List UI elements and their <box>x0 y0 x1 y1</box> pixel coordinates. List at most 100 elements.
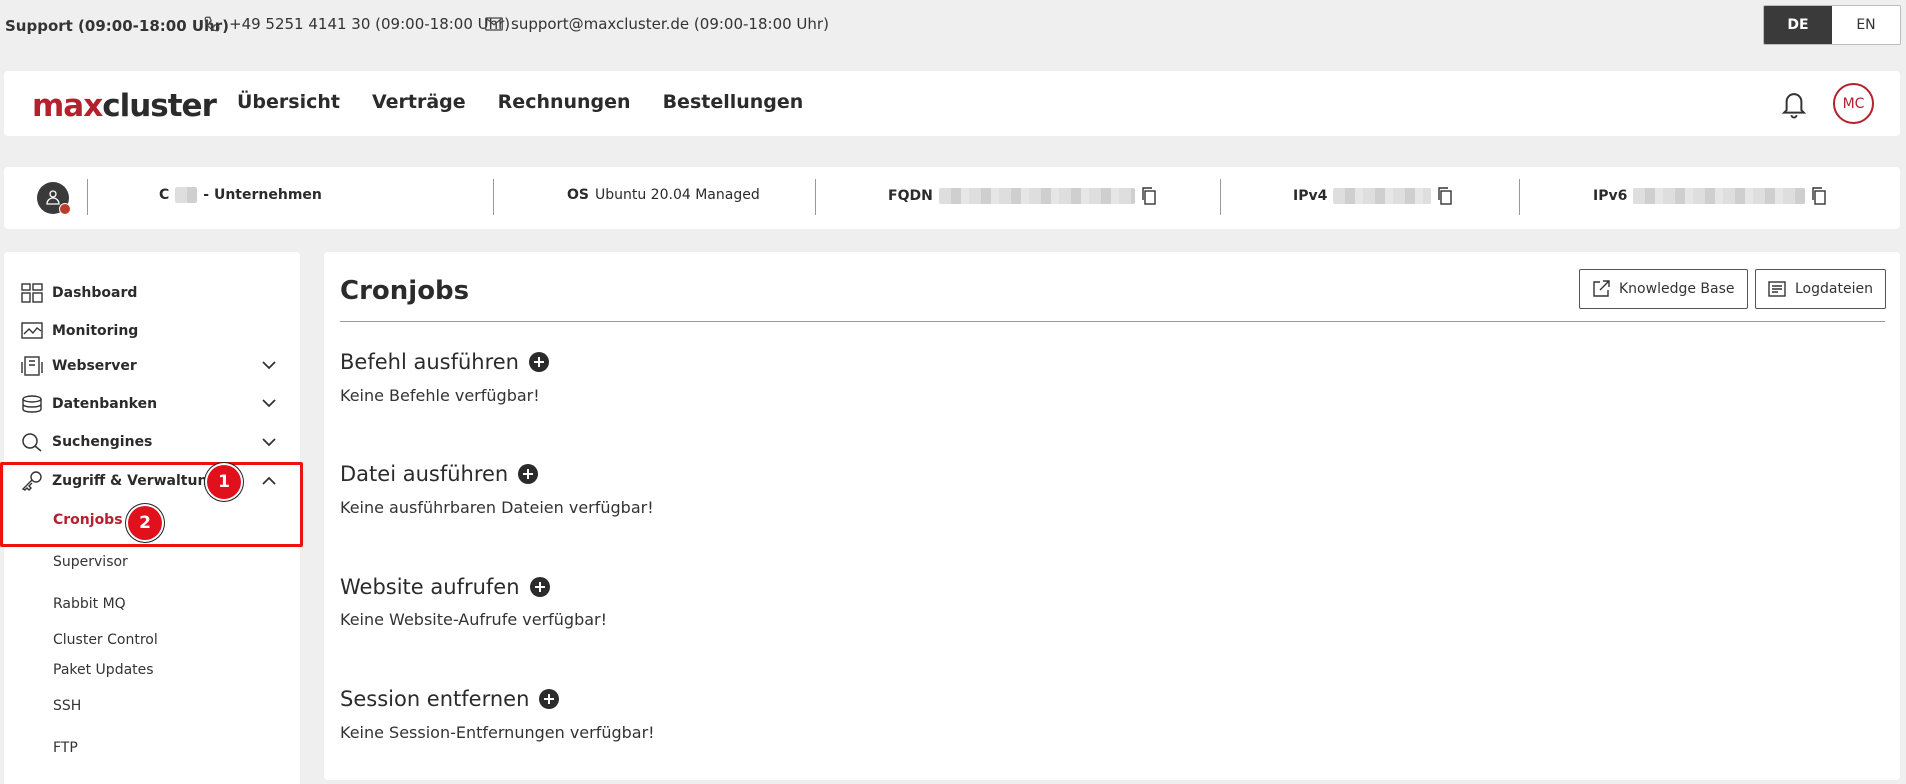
chevron-down-icon[interactable] <box>262 361 276 370</box>
logdateien-button[interactable]: Logdateien <box>1755 269 1886 309</box>
empty-state-text: Keine Website-Aufrufe verfügbar! <box>340 610 608 629</box>
ipv6-value-redacted <box>1633 188 1806 204</box>
os-label: OS <box>567 187 589 203</box>
customer-avatar[interactable] <box>37 182 71 215</box>
search-icon <box>22 433 42 452</box>
add-session-button[interactable] <box>539 689 560 709</box>
maxcluster-logo[interactable]: maxcluster <box>32 88 217 124</box>
knowledge-base-button[interactable]: Knowledge Base <box>1579 269 1748 309</box>
section-title: Befehl ausführen <box>340 350 519 374</box>
main-content: Cronjobs Knowledge Base Logdateien Befeh… <box>324 252 1900 780</box>
customer-info: C - Unternehmen <box>159 187 322 203</box>
support-email-text: support@maxcluster.de (09:00-18:00 Uhr) <box>511 15 829 33</box>
lang-de-button[interactable]: DE <box>1764 6 1832 44</box>
sidebar-item-webserver[interactable]: Webserver <box>21 356 137 376</box>
sidebar-subitem-ftp[interactable]: FTP <box>53 740 78 756</box>
divider <box>493 179 494 215</box>
annotation-marker-1: 1 <box>207 465 241 499</box>
database-icon <box>22 395 42 413</box>
customer-id-redacted <box>175 187 198 203</box>
language-switch: DE EN <box>1763 5 1901 45</box>
chevron-down-icon[interactable] <box>262 438 276 447</box>
support-hours-label: Support (09:00-18:00 Uhr) <box>5 17 229 35</box>
section-title: Datei ausführen <box>340 462 509 486</box>
add-website-button[interactable] <box>529 577 550 597</box>
nav-rechnungen[interactable]: Rechnungen <box>498 91 631 113</box>
empty-state-text: Keine ausführbaren Dateien verfügbar! <box>340 498 654 517</box>
lang-en-button[interactable]: EN <box>1832 6 1900 44</box>
sidebar-item-suchengines[interactable]: Suchengines <box>21 432 152 452</box>
bell-icon[interactable] <box>1779 88 1809 120</box>
ipv4-label: IPv4 <box>1293 188 1328 204</box>
ipv6-info: IPv6 <box>1593 187 1827 205</box>
divider <box>1519 179 1520 215</box>
dashboard-icon <box>21 283 43 303</box>
section-title: Website aufrufen <box>340 575 520 599</box>
ipv6-label: IPv6 <box>1593 188 1628 204</box>
section-session-entfernen: Session entfernen <box>340 687 560 711</box>
support-email[interactable]: support@maxcluster.de (09:00-18:00 Uhr) <box>485 15 829 33</box>
knowledge-base-label: Knowledge Base <box>1619 281 1735 297</box>
sidebar-subitem-supervisor[interactable]: Supervisor <box>53 554 128 570</box>
customer-name: - Unternehmen <box>203 187 322 203</box>
os-info: OS Ubuntu 20.04 Managed <box>567 187 760 203</box>
phone-icon <box>204 16 220 32</box>
title-divider <box>340 321 1885 322</box>
add-datei-button[interactable] <box>518 464 539 484</box>
user-icon <box>46 190 60 205</box>
page-title: Cronjobs <box>340 276 470 306</box>
section-website-aufrufen: Website aufrufen <box>340 575 550 599</box>
sidebar-item-label: Suchengines <box>52 434 153 450</box>
fqdn-label: FQDN <box>888 188 933 204</box>
chevron-down-icon[interactable] <box>262 399 276 408</box>
support-phone-text: +49 5251 4141 30 (09:00-18:00 Uhr) <box>229 15 511 33</box>
nav-uebersicht[interactable]: Übersicht <box>237 91 340 113</box>
section-befehl-ausfuehren: Befehl ausführen <box>340 350 549 374</box>
os-value: Ubuntu 20.04 Managed <box>594 187 760 203</box>
sidebar-item-datenbanken[interactable]: Datenbanken <box>21 394 157 414</box>
nav-vertraege[interactable]: Verträge <box>372 91 466 113</box>
fqdn-value-redacted <box>938 188 1135 204</box>
sidebar-subitem-ssh[interactable]: SSH <box>53 698 81 714</box>
logo-cluster: cluster <box>102 88 217 124</box>
sidebar-item-label: Monitoring <box>52 323 139 339</box>
sidebar-subitem-paket-updates[interactable]: Paket Updates <box>53 662 154 678</box>
monitoring-icon <box>21 322 43 339</box>
copy-icon[interactable] <box>1141 187 1157 205</box>
divider <box>815 179 816 215</box>
add-befehl-button[interactable] <box>529 352 549 372</box>
empty-state-text: Keine Session-Entfernungen verfügbar! <box>340 723 655 742</box>
section-datei-ausfuehren: Datei ausführen <box>340 462 539 486</box>
webserver-icon <box>21 356 43 376</box>
sidebar-item-label: Datenbanken <box>52 396 158 412</box>
sidebar-subitem-cluster-control[interactable]: Cluster Control <box>53 632 158 648</box>
user-avatar[interactable]: MC <box>1833 83 1874 124</box>
ipv4-value-redacted <box>1333 188 1432 204</box>
main-header: maxcluster Übersicht Verträge Rechnungen… <box>4 71 1900 136</box>
support-bar: Support (09:00-18:00 Uhr) +49 5251 4141 … <box>0 0 1906 50</box>
copy-icon[interactable] <box>1811 187 1827 205</box>
main-nav: Übersicht Verträge Rechnungen Bestellung… <box>237 91 803 113</box>
divider <box>87 179 88 215</box>
fqdn-info: FQDN <box>888 187 1157 205</box>
sidebar-item-dashboard[interactable]: Dashboard <box>21 283 137 303</box>
external-link-icon <box>1593 280 1610 297</box>
logo-max: max <box>32 88 103 124</box>
ipv4-info: IPv4 <box>1293 187 1453 205</box>
support-phone[interactable]: +49 5251 4141 30 (09:00-18:00 Uhr) <box>203 15 510 33</box>
annotation-marker-2: 2 <box>128 506 162 540</box>
customer-prefix: C <box>159 187 170 203</box>
server-info-bar: C - Unternehmen OS Ubuntu 20.04 Managed … <box>4 167 1900 229</box>
nav-bestellungen[interactable]: Bestellungen <box>663 91 804 113</box>
section-title: Session entfernen <box>340 687 530 711</box>
mail-icon <box>485 17 503 31</box>
sidebar-item-monitoring[interactable]: Monitoring <box>21 321 138 341</box>
sidebar-subitem-rabbit-mq[interactable]: Rabbit MQ <box>53 596 126 612</box>
logdateien-label: Logdateien <box>1795 281 1873 297</box>
empty-state-text: Keine Befehle verfügbar! <box>340 386 540 405</box>
copy-icon[interactable] <box>1437 187 1453 205</box>
sidebar-item-label: Dashboard <box>52 285 138 301</box>
divider <box>1220 179 1221 215</box>
sidebar-item-label: Webserver <box>52 358 137 374</box>
log-file-icon <box>1768 281 1786 297</box>
